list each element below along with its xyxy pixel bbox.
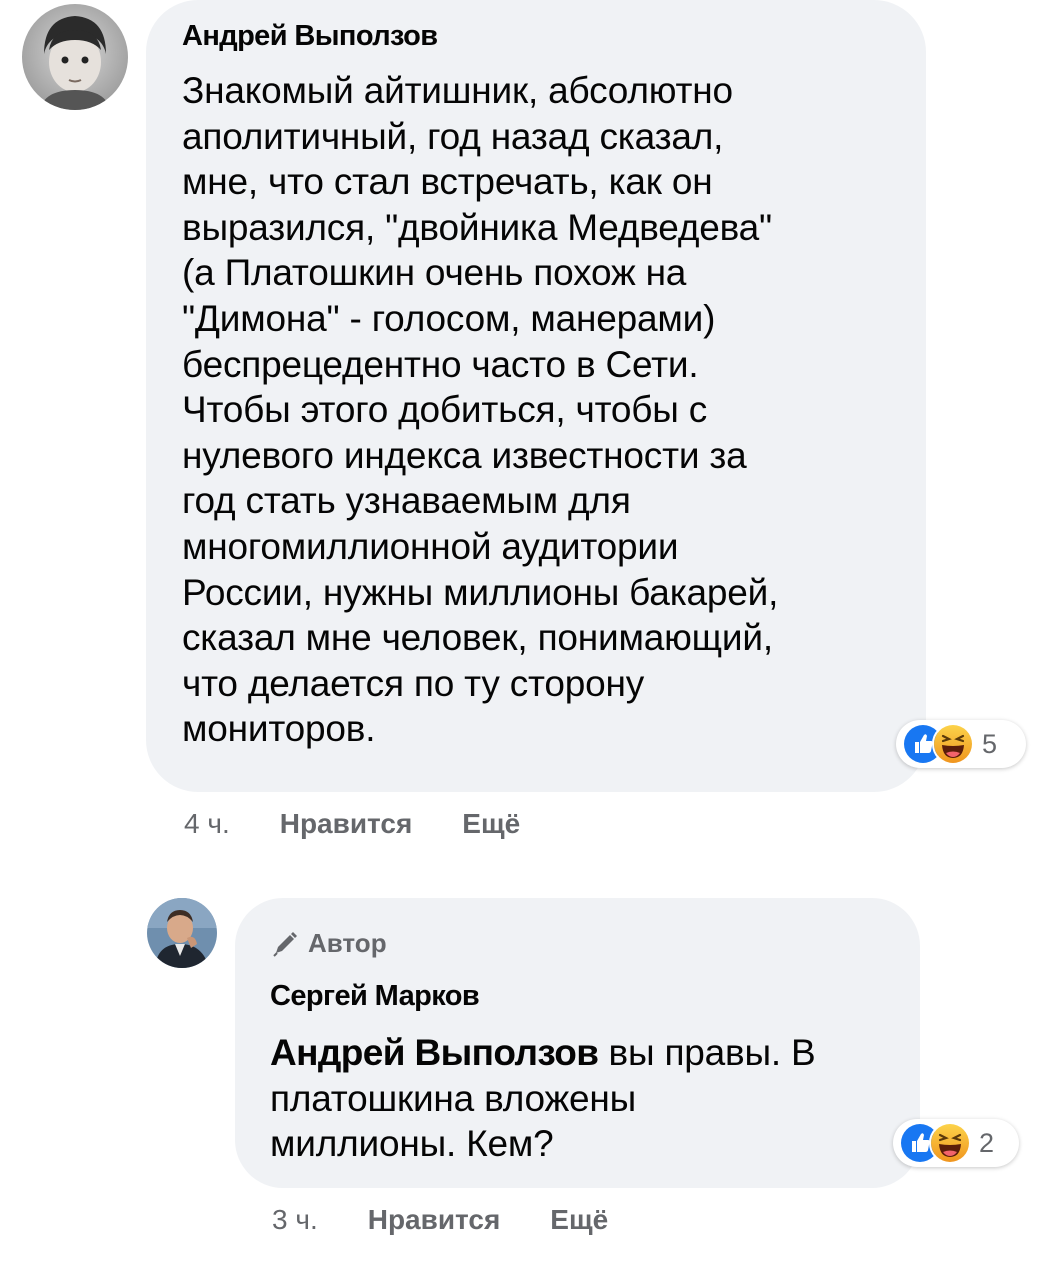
comment-meta: 4 ч. Нравится Ещё bbox=[184, 808, 570, 840]
comment-text-line: мне, что стал встречать, как он bbox=[182, 161, 713, 203]
comment-text-line: России, нужны миллионы бакарей, bbox=[182, 571, 779, 613]
reply-timestamp[interactable]: 3 ч. bbox=[272, 1204, 318, 1236]
comment-text-line: "Димона" - голосом, манерами) bbox=[182, 297, 716, 339]
reply-meta: 3 ч. Нравится Ещё bbox=[272, 1204, 658, 1236]
reply-text: Андрей Выползов вы правы. В платошкина в… bbox=[270, 1030, 910, 1167]
comment-text-line: беспрецедентно часто в Сети. bbox=[182, 343, 699, 385]
reactions-summary[interactable]: 5 bbox=[896, 720, 1026, 768]
comment-author-name[interactable]: Андрей Выползов bbox=[182, 20, 438, 53]
comment-text-line: выразился, "двойника Медведева" bbox=[182, 206, 772, 248]
avatar-photo bbox=[147, 898, 217, 968]
comment-text-line: Знакомый айтишник, абсолютно bbox=[182, 70, 733, 111]
reply-text-line: Андрей Выползов вы правы. В bbox=[270, 1030, 910, 1076]
haha-icon bbox=[929, 1122, 971, 1164]
author-badge-label: Автор bbox=[308, 928, 387, 958]
reply-text-segment: вы правы. В bbox=[598, 1032, 816, 1073]
avatar-sergey-markov[interactable] bbox=[147, 898, 217, 968]
reply-text-line: миллионы. Кем? bbox=[270, 1123, 554, 1165]
more-button[interactable]: Ещё bbox=[550, 1204, 608, 1236]
comment-text-line: что делается по ту сторону bbox=[182, 662, 644, 704]
reactions-summary[interactable]: 2 bbox=[893, 1119, 1019, 1167]
mention-link[interactable]: Андрей Выползов bbox=[270, 1032, 599, 1073]
author-badge: Автор bbox=[270, 928, 387, 959]
reply-author-name[interactable]: Сергей Марков bbox=[270, 980, 480, 1013]
comment-text-line: (а Платошкин очень похож на bbox=[182, 252, 687, 294]
comment-text-line: аполитичный, год назад сказал, bbox=[182, 115, 724, 157]
pen-icon bbox=[273, 931, 297, 957]
like-button[interactable]: Нравится bbox=[280, 808, 413, 840]
like-button[interactable]: Нравится bbox=[368, 1204, 501, 1236]
reaction-count: 2 bbox=[979, 1127, 995, 1158]
comment-text-line: нулевого индекса известности за bbox=[182, 434, 747, 476]
more-button[interactable]: Ещё bbox=[462, 808, 520, 840]
comment-text-line: Чтобы этого добиться, чтобы с bbox=[182, 389, 708, 431]
avatar-photo bbox=[22, 4, 128, 110]
haha-icon bbox=[932, 723, 974, 765]
comment-text-line: сказал мне человек, понимающий, bbox=[182, 617, 773, 659]
comment-timestamp[interactable]: 4 ч. bbox=[184, 808, 230, 840]
comment-text-line: многомиллионной аудитории bbox=[182, 525, 679, 567]
avatar-andrey-vypolzov[interactable] bbox=[22, 4, 128, 110]
comment-text-line: год стать узнаваемым для bbox=[182, 480, 631, 522]
reaction-count: 5 bbox=[982, 728, 998, 759]
comment-text-line: мониторов. bbox=[182, 708, 376, 750]
reply-text-line: платошкина вложены bbox=[270, 1077, 637, 1119]
comment-text: Знакомый айтишник, абсолютно аполитичный… bbox=[182, 68, 912, 752]
